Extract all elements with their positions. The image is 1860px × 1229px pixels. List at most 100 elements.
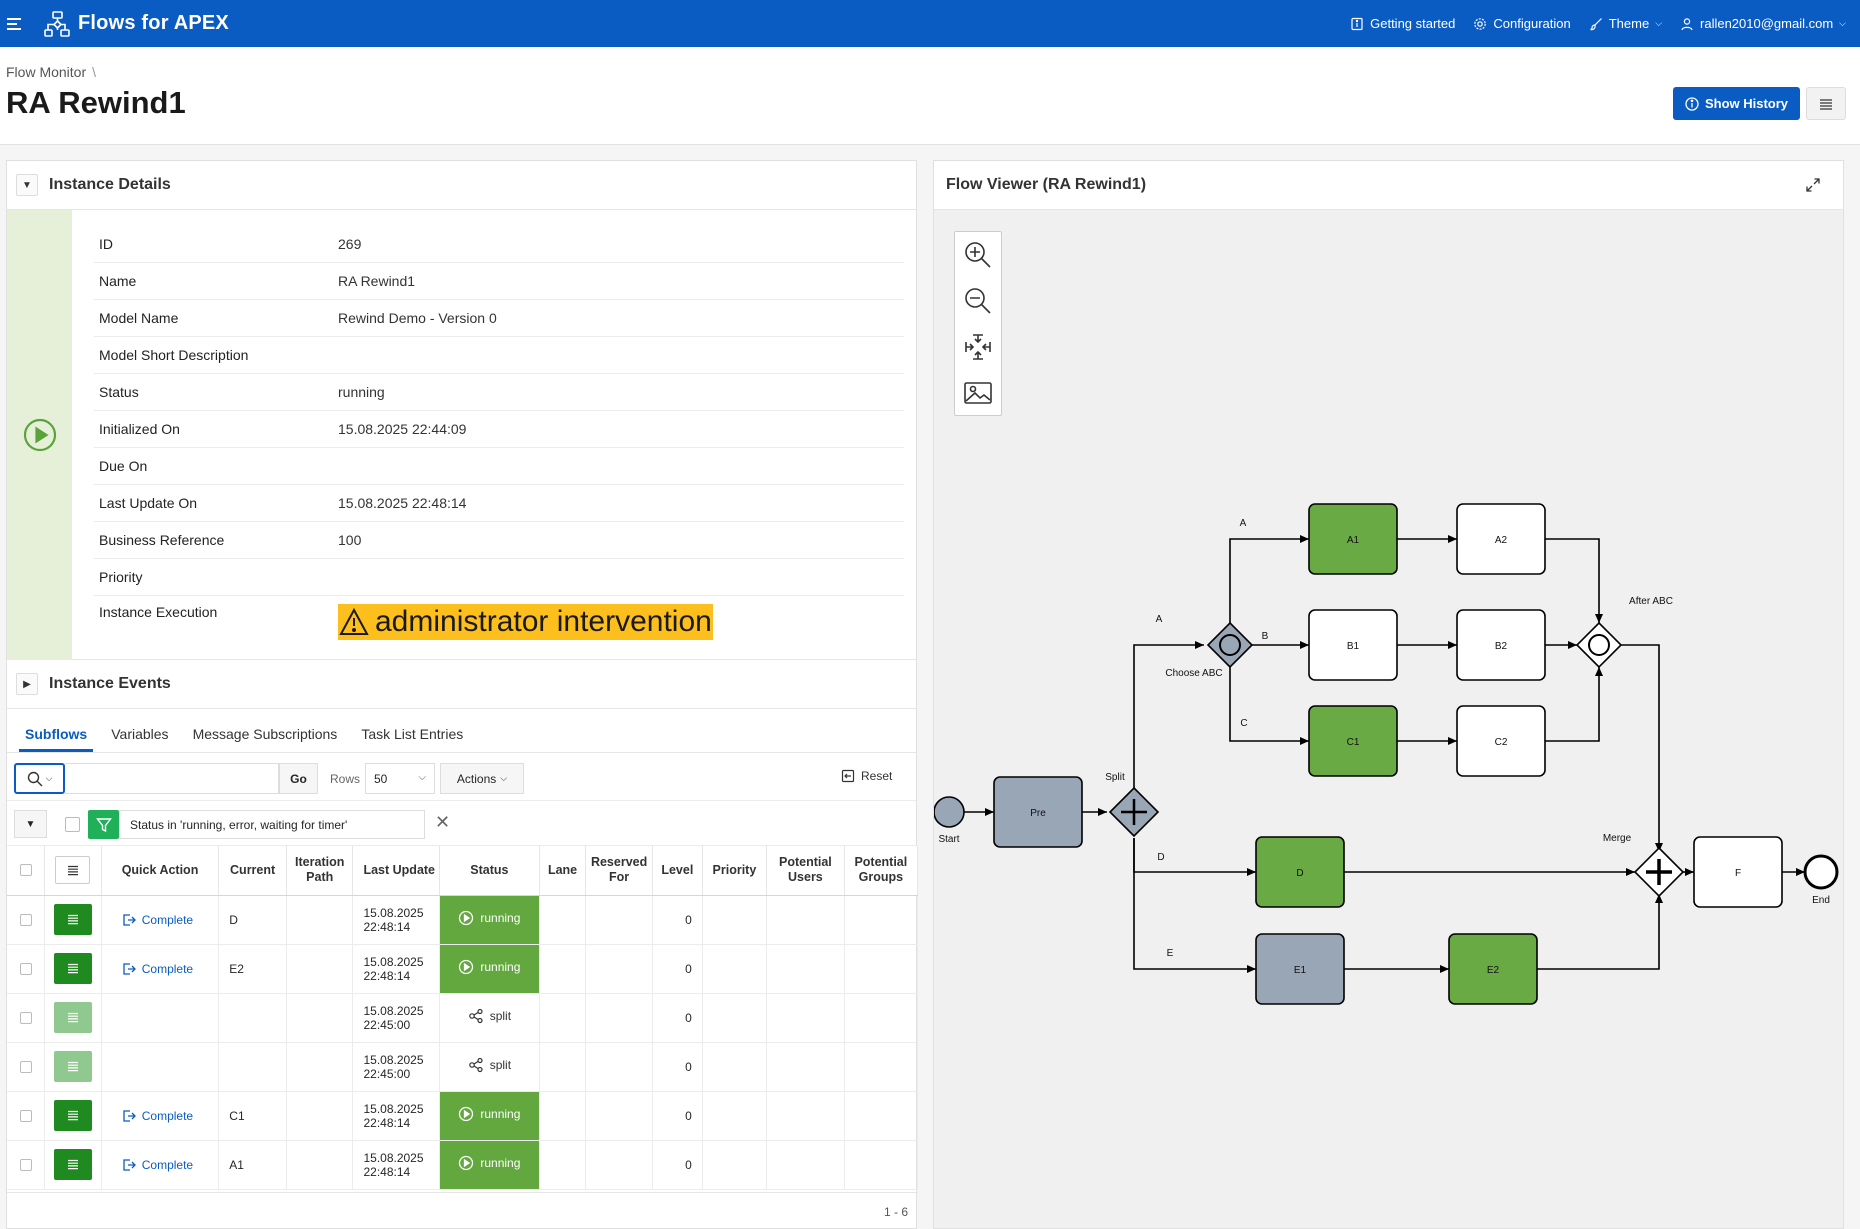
- nav-user[interactable]: rallen2010@gmail.com ⌵: [1680, 16, 1846, 31]
- collapse-toggle-button[interactable]: ▼: [16, 174, 38, 196]
- row-checkbox-cell[interactable]: [7, 1042, 46, 1092]
- col-lane[interactable]: Lane: [539, 846, 587, 896]
- complete-link[interactable]: Complete: [102, 1158, 219, 1172]
- row-actions-button[interactable]: [53, 1002, 92, 1033]
- exit-arrow-icon: [123, 962, 136, 975]
- potential-users-cell: [766, 1042, 845, 1092]
- row-menu-cell[interactable]: [44, 944, 102, 994]
- lane-cell: [539, 1140, 587, 1190]
- chevron-down-icon: ⌵: [418, 772, 426, 783]
- row-checkbox-cell[interactable]: [7, 1140, 46, 1190]
- row-menu-cell[interactable]: [44, 993, 102, 1043]
- label-d: D: [1296, 868, 1303, 879]
- row-checkbox-cell[interactable]: [7, 1091, 46, 1141]
- iteration-path-cell: [286, 1042, 354, 1092]
- table-row[interactable]: 15.08.2025 22:45:00 split 0: [7, 1042, 919, 1092]
- col-iteration-path[interactable]: Iteration Path: [286, 846, 354, 896]
- zoom-in-button[interactable]: [955, 232, 1001, 278]
- last-update-cell: 15.08.2025 22:48:14: [352, 895, 440, 945]
- nav-theme[interactable]: Theme ⌵: [1589, 16, 1662, 31]
- row-menu-cell[interactable]: [44, 1140, 102, 1190]
- reset-button[interactable]: Reset: [841, 769, 892, 783]
- complete-link[interactable]: Complete: [102, 1109, 219, 1123]
- rows-label: Rows: [330, 772, 361, 786]
- quick-action-cell: [101, 993, 220, 1043]
- play-circle-icon: [459, 959, 474, 975]
- table-row[interactable]: Complete C1 15.08.2025 22:48:14 running 0: [7, 1091, 919, 1141]
- tab-task-list-entries[interactable]: Task List Entries: [355, 726, 469, 752]
- show-history-button[interactable]: Show History: [1673, 87, 1800, 120]
- nav-getting-started[interactable]: Getting started: [1350, 16, 1455, 31]
- tab-message-subscriptions[interactable]: Message Subscriptions: [187, 726, 344, 752]
- grid-header-row: Quick Action Current Iteration Path Last…: [7, 846, 919, 896]
- label-f: F: [1735, 868, 1741, 879]
- detail-row-id: ID 269: [94, 226, 904, 263]
- tab-subflows[interactable]: Subflows: [19, 726, 94, 752]
- iteration-path-cell: [286, 895, 354, 945]
- row-checkbox-cell[interactable]: [7, 944, 46, 994]
- col-quick-action[interactable]: Quick Action: [101, 846, 220, 896]
- zoom-out-button[interactable]: [955, 278, 1001, 324]
- page-menu-button[interactable]: [1806, 87, 1846, 120]
- export-image-button[interactable]: [955, 370, 1001, 416]
- select-all-checkbox-cell[interactable]: [7, 846, 46, 896]
- table-row[interactable]: Complete D 15.08.2025 22:48:14 running 0: [7, 895, 919, 945]
- search-input[interactable]: [65, 763, 279, 794]
- search-column-button[interactable]: ⌵: [14, 763, 65, 794]
- label-choose: Choose ABC: [1165, 668, 1222, 679]
- col-priority[interactable]: Priority: [702, 846, 768, 896]
- row-menu-cell[interactable]: [44, 895, 102, 945]
- info-icon: [1685, 96, 1699, 111]
- menu-toggle-icon[interactable]: [7, 17, 21, 30]
- table-row[interactable]: Complete E2 15.08.2025 22:48:14 running 0: [7, 944, 919, 994]
- rows-select[interactable]: 50 ⌵: [365, 763, 435, 794]
- row-actions-button[interactable]: [53, 1149, 92, 1180]
- close-icon[interactable]: ✕: [435, 812, 450, 833]
- filter-enable-checkbox[interactable]: [65, 817, 80, 832]
- column-menu-cell[interactable]: [44, 846, 102, 896]
- col-potential-groups[interactable]: Potential Groups: [844, 846, 919, 896]
- detail-row-priority: Priority: [94, 559, 904, 596]
- level-cell: 0: [652, 944, 703, 994]
- fit-view-button[interactable]: [955, 324, 1001, 370]
- col-status[interactable]: Status: [439, 846, 540, 896]
- potential-groups-cell: [844, 1042, 919, 1092]
- col-potential-users[interactable]: Potential Users: [766, 846, 845, 896]
- col-level[interactable]: Level: [652, 846, 703, 896]
- row-actions-button[interactable]: [53, 904, 92, 935]
- row-actions-button[interactable]: [53, 1100, 92, 1131]
- list-menu-icon: [67, 1110, 78, 1121]
- label-c1: C1: [1347, 737, 1360, 748]
- complete-link[interactable]: Complete: [102, 913, 219, 927]
- row-menu-cell[interactable]: [44, 1091, 102, 1141]
- row-menu-cell[interactable]: [44, 1042, 102, 1092]
- go-button[interactable]: Go: [279, 763, 318, 794]
- complete-link[interactable]: Complete: [102, 962, 219, 976]
- page-title: RA Rewind1: [6, 85, 186, 120]
- status-strip: [7, 210, 72, 660]
- tab-bar: Subflows Variables Message Subscriptions…: [7, 709, 916, 753]
- breadcrumb-flow-monitor[interactable]: Flow Monitor: [6, 64, 86, 80]
- row-actions-button[interactable]: [53, 1051, 92, 1082]
- bpmn-diagram[interactable]: Start Pre Split Choose ABC A1 A2 B1 B2 C…: [934, 161, 1845, 1229]
- row-checkbox-cell[interactable]: [7, 895, 46, 945]
- row-actions-button[interactable]: [53, 953, 92, 984]
- row-checkbox-cell[interactable]: [7, 993, 46, 1043]
- label-pre: Pre: [1030, 808, 1046, 819]
- col-last-update[interactable]: Last Update: [352, 846, 440, 896]
- priority-cell: [702, 1091, 768, 1141]
- nav-configuration[interactable]: Configuration: [1473, 16, 1571, 31]
- table-row[interactable]: 15.08.2025 22:45:00 split 0: [7, 993, 919, 1043]
- filter-toggle-button[interactable]: ▼: [14, 810, 47, 838]
- quick-action-cell: [101, 1042, 220, 1092]
- tab-variables[interactable]: Variables: [105, 726, 174, 752]
- reset-icon: [841, 769, 855, 783]
- app-title[interactable]: Flows for APEX: [78, 12, 229, 35]
- start-event: [934, 796, 965, 828]
- col-current[interactable]: Current: [218, 846, 287, 896]
- table-row[interactable]: Complete A1 15.08.2025 22:48:14 running 0: [7, 1140, 919, 1190]
- actions-menu-button[interactable]: Actions ⌵: [440, 763, 524, 794]
- col-reserved-for[interactable]: Reserved For: [585, 846, 653, 896]
- filter-description[interactable]: Status in 'running, error, waiting for t…: [119, 810, 425, 839]
- expand-toggle-button[interactable]: ▶: [16, 673, 38, 695]
